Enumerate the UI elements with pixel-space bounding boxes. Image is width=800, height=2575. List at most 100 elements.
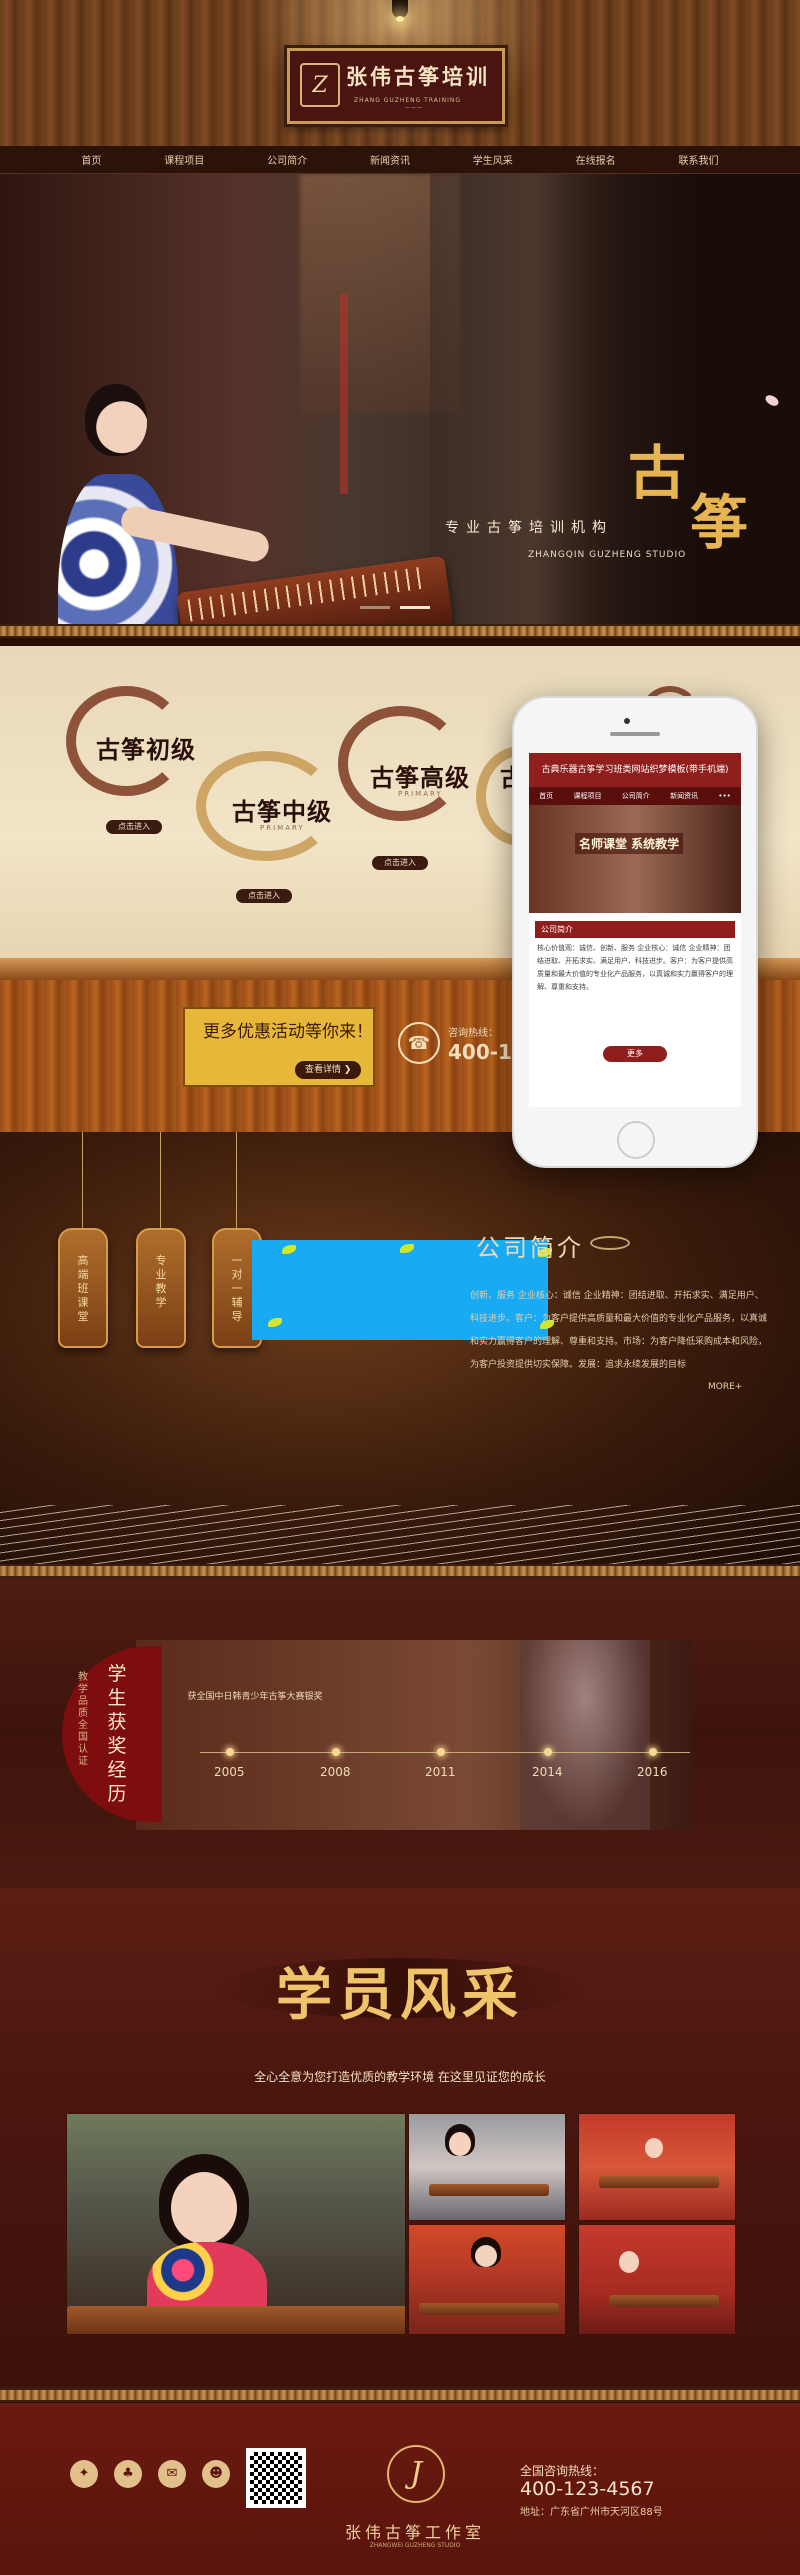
tag-high-end[interactable]: 高端班课堂 xyxy=(58,1228,108,1348)
footer-logo: J xyxy=(387,2445,445,2503)
about-title: 公司简介 xyxy=(476,1234,584,1262)
promo-text: 更多优惠活动等你来！ xyxy=(203,1022,373,1042)
timeline-year: 2011 xyxy=(425,1765,456,1779)
timeline-dot[interactable] xyxy=(649,1748,657,1756)
phone-nav-item[interactable]: 新闻资讯 xyxy=(670,791,698,801)
banner-char-zheng: 筝 xyxy=(690,489,749,557)
nav-item-home[interactable]: 首页 xyxy=(81,152,101,167)
footer-studio-name-en: ZHANGWEI GUZHENG STUDIO xyxy=(369,2542,461,2549)
phone-menu-icon[interactable]: ••• xyxy=(718,792,730,800)
course-enter-button[interactable]: 点击进入 xyxy=(372,856,428,870)
promo-banner[interactable]: 更多优惠活动等你来！ 查看详情 ❯ xyxy=(183,1007,375,1087)
slider-dot[interactable] xyxy=(360,606,390,609)
slider-pagination xyxy=(360,606,430,609)
course-en-intermediate: PRIMARY xyxy=(260,824,305,832)
qr-code xyxy=(246,2448,306,2508)
phone-paragraph: 核心价值观：诚信、创新、服务 企业核心：诚信 企业精神：团结进取、开拓求实、满足… xyxy=(537,944,733,991)
hero-banner: 古 筝 专业古筝培训机构 ZHANGQIN GUZHENG STUDIO xyxy=(0,174,800,624)
about-more-link[interactable]: MORE+ xyxy=(708,1382,742,1392)
banner-pillar xyxy=(340,294,348,494)
site-logo[interactable]: Z 张伟古筝培训 ZHANG GUZHENG TRAINING ——— xyxy=(287,48,505,124)
site-header: Z 张伟古筝培训 ZHANG GUZHENG TRAINING ——— xyxy=(0,0,800,146)
student-photo[interactable] xyxy=(578,2224,736,2335)
tag-string xyxy=(160,1132,161,1228)
photo-girl-face xyxy=(171,2172,237,2244)
photo-girl-face xyxy=(619,2251,639,2273)
phone-nav-item[interactable]: 课程项目 xyxy=(573,791,601,801)
banner-char-gu: 古 xyxy=(628,439,687,507)
footer-address: 地址：广东省广州市天河区88号 xyxy=(520,2507,663,2518)
tag-string xyxy=(82,1132,83,1228)
course-en-advanced: PRIMARY xyxy=(398,790,443,798)
nav-item-signup[interactable]: 在线报名 xyxy=(576,152,616,167)
students-subtitle: 全心全意为您打造优质的教学环境 在这里见证您的成长 xyxy=(254,2070,546,2084)
slider-dot-active[interactable] xyxy=(400,606,430,609)
user-icon[interactable]: ☻ xyxy=(202,2460,230,2488)
phone-icon: ☎ xyxy=(398,1022,440,1064)
main-nav: 首页 课程项目 公司简介 新闻资讯 学生风采 在线报名 联系我们 xyxy=(0,146,800,174)
qq-icon[interactable]: ♣ xyxy=(114,2460,142,2488)
nav-item-news[interactable]: 新闻资讯 xyxy=(370,152,410,167)
logo-mark-icon: Z xyxy=(300,63,340,107)
photo-girl-face xyxy=(449,2132,471,2156)
performer-body xyxy=(58,474,178,624)
decorative-border xyxy=(0,2388,800,2402)
timeline-dot[interactable] xyxy=(437,1748,445,1756)
timeline-year: 2014 xyxy=(532,1765,563,1779)
awards-subtitle: 教学品质 全国认证 xyxy=(78,1672,88,1767)
timeline-year: 2008 xyxy=(320,1765,351,1779)
awards-performer-image xyxy=(520,1640,650,1830)
timeline-dot[interactable] xyxy=(332,1748,340,1756)
lamp-icon xyxy=(392,0,408,22)
timeline-year: 2005 xyxy=(214,1765,245,1779)
student-photo[interactable] xyxy=(66,2113,406,2335)
course-title-intermediate: 古筝中级 xyxy=(232,797,332,826)
photo-instrument xyxy=(429,2184,549,2196)
timeline-dot[interactable] xyxy=(544,1748,552,1756)
photo-instrument xyxy=(599,2176,719,2188)
nav-item-about[interactable]: 公司简介 xyxy=(267,152,307,167)
student-photo[interactable] xyxy=(408,2113,566,2221)
nav-item-students[interactable]: 学生风采 xyxy=(473,152,513,167)
tag-string xyxy=(236,1132,237,1228)
logo-subtitle: ZHANG GUZHENG TRAINING xyxy=(354,97,462,104)
course-enter-button[interactable]: 点击进入 xyxy=(236,889,292,903)
students-title: 学员风采 xyxy=(276,1962,524,2028)
tag-professional[interactable]: 专业教学 xyxy=(136,1228,186,1348)
banner-slogan-en: ZHANGQIN GUZHENG STUDIO xyxy=(528,550,687,560)
phone-nav-item[interactable]: 首页 xyxy=(539,791,553,801)
phone-nav: 首页 课程项目 公司简介 新闻资讯 ••• xyxy=(529,787,741,805)
mail-icon[interactable]: ✉ xyxy=(158,2460,186,2488)
decorative-border xyxy=(0,624,800,638)
footer-hotline-label: 全国咨询热线： xyxy=(520,2464,605,2478)
course-enter-button[interactable]: 点击进入 xyxy=(106,820,162,834)
logo-divider: ——— xyxy=(405,105,423,111)
guzheng-instrument xyxy=(176,555,454,624)
phone-screen: 古典乐器古筝学习班类网站织梦模板(带手机端) 首页 课程项目 公司简介 新闻资讯… xyxy=(529,753,741,1107)
awards-title: 学生获奖经历 xyxy=(107,1663,127,1805)
photo-instrument xyxy=(419,2303,559,2315)
awards-note: 获全国中日韩青少年古筝大赛银奖 xyxy=(187,1692,323,1702)
cloud-icon xyxy=(590,1236,630,1250)
phone-banner-text: 名师课堂 系统教学 xyxy=(575,833,684,854)
nav-item-contact[interactable]: 联系我们 xyxy=(678,152,718,167)
nav-item-courses[interactable]: 课程项目 xyxy=(164,152,204,167)
phone-banner: 名师课堂 系统教学 xyxy=(529,805,741,913)
footer-hotline-number: 400-123-4567 xyxy=(520,2478,655,2500)
phone-more-button[interactable]: 更多 xyxy=(603,1046,667,1062)
banner-slogan: 专业古筝培训机构 xyxy=(445,520,613,536)
footer-studio-name: 张伟古筝工作室 xyxy=(344,2523,485,2542)
phone-nav-item[interactable]: 公司简介 xyxy=(622,791,650,801)
performer-head xyxy=(85,384,147,456)
promo-details-button[interactable]: 查看详情 ❯ xyxy=(295,1061,362,1079)
phone-speaker xyxy=(610,732,660,736)
course-title-advanced: 古筝高级 xyxy=(370,763,470,792)
timeline-dot[interactable] xyxy=(226,1748,234,1756)
photo-girl-face xyxy=(645,2138,663,2158)
logo-title: 张伟古筝培训 xyxy=(346,64,490,89)
strings-image xyxy=(0,1505,800,1564)
student-photo[interactable] xyxy=(578,2113,736,2221)
wechat-icon[interactable]: ✦ xyxy=(70,2460,98,2488)
phone-site-title: 古典乐器古筝学习班类网站织梦模板(带手机端) xyxy=(529,753,741,787)
student-photo[interactable] xyxy=(408,2224,566,2335)
